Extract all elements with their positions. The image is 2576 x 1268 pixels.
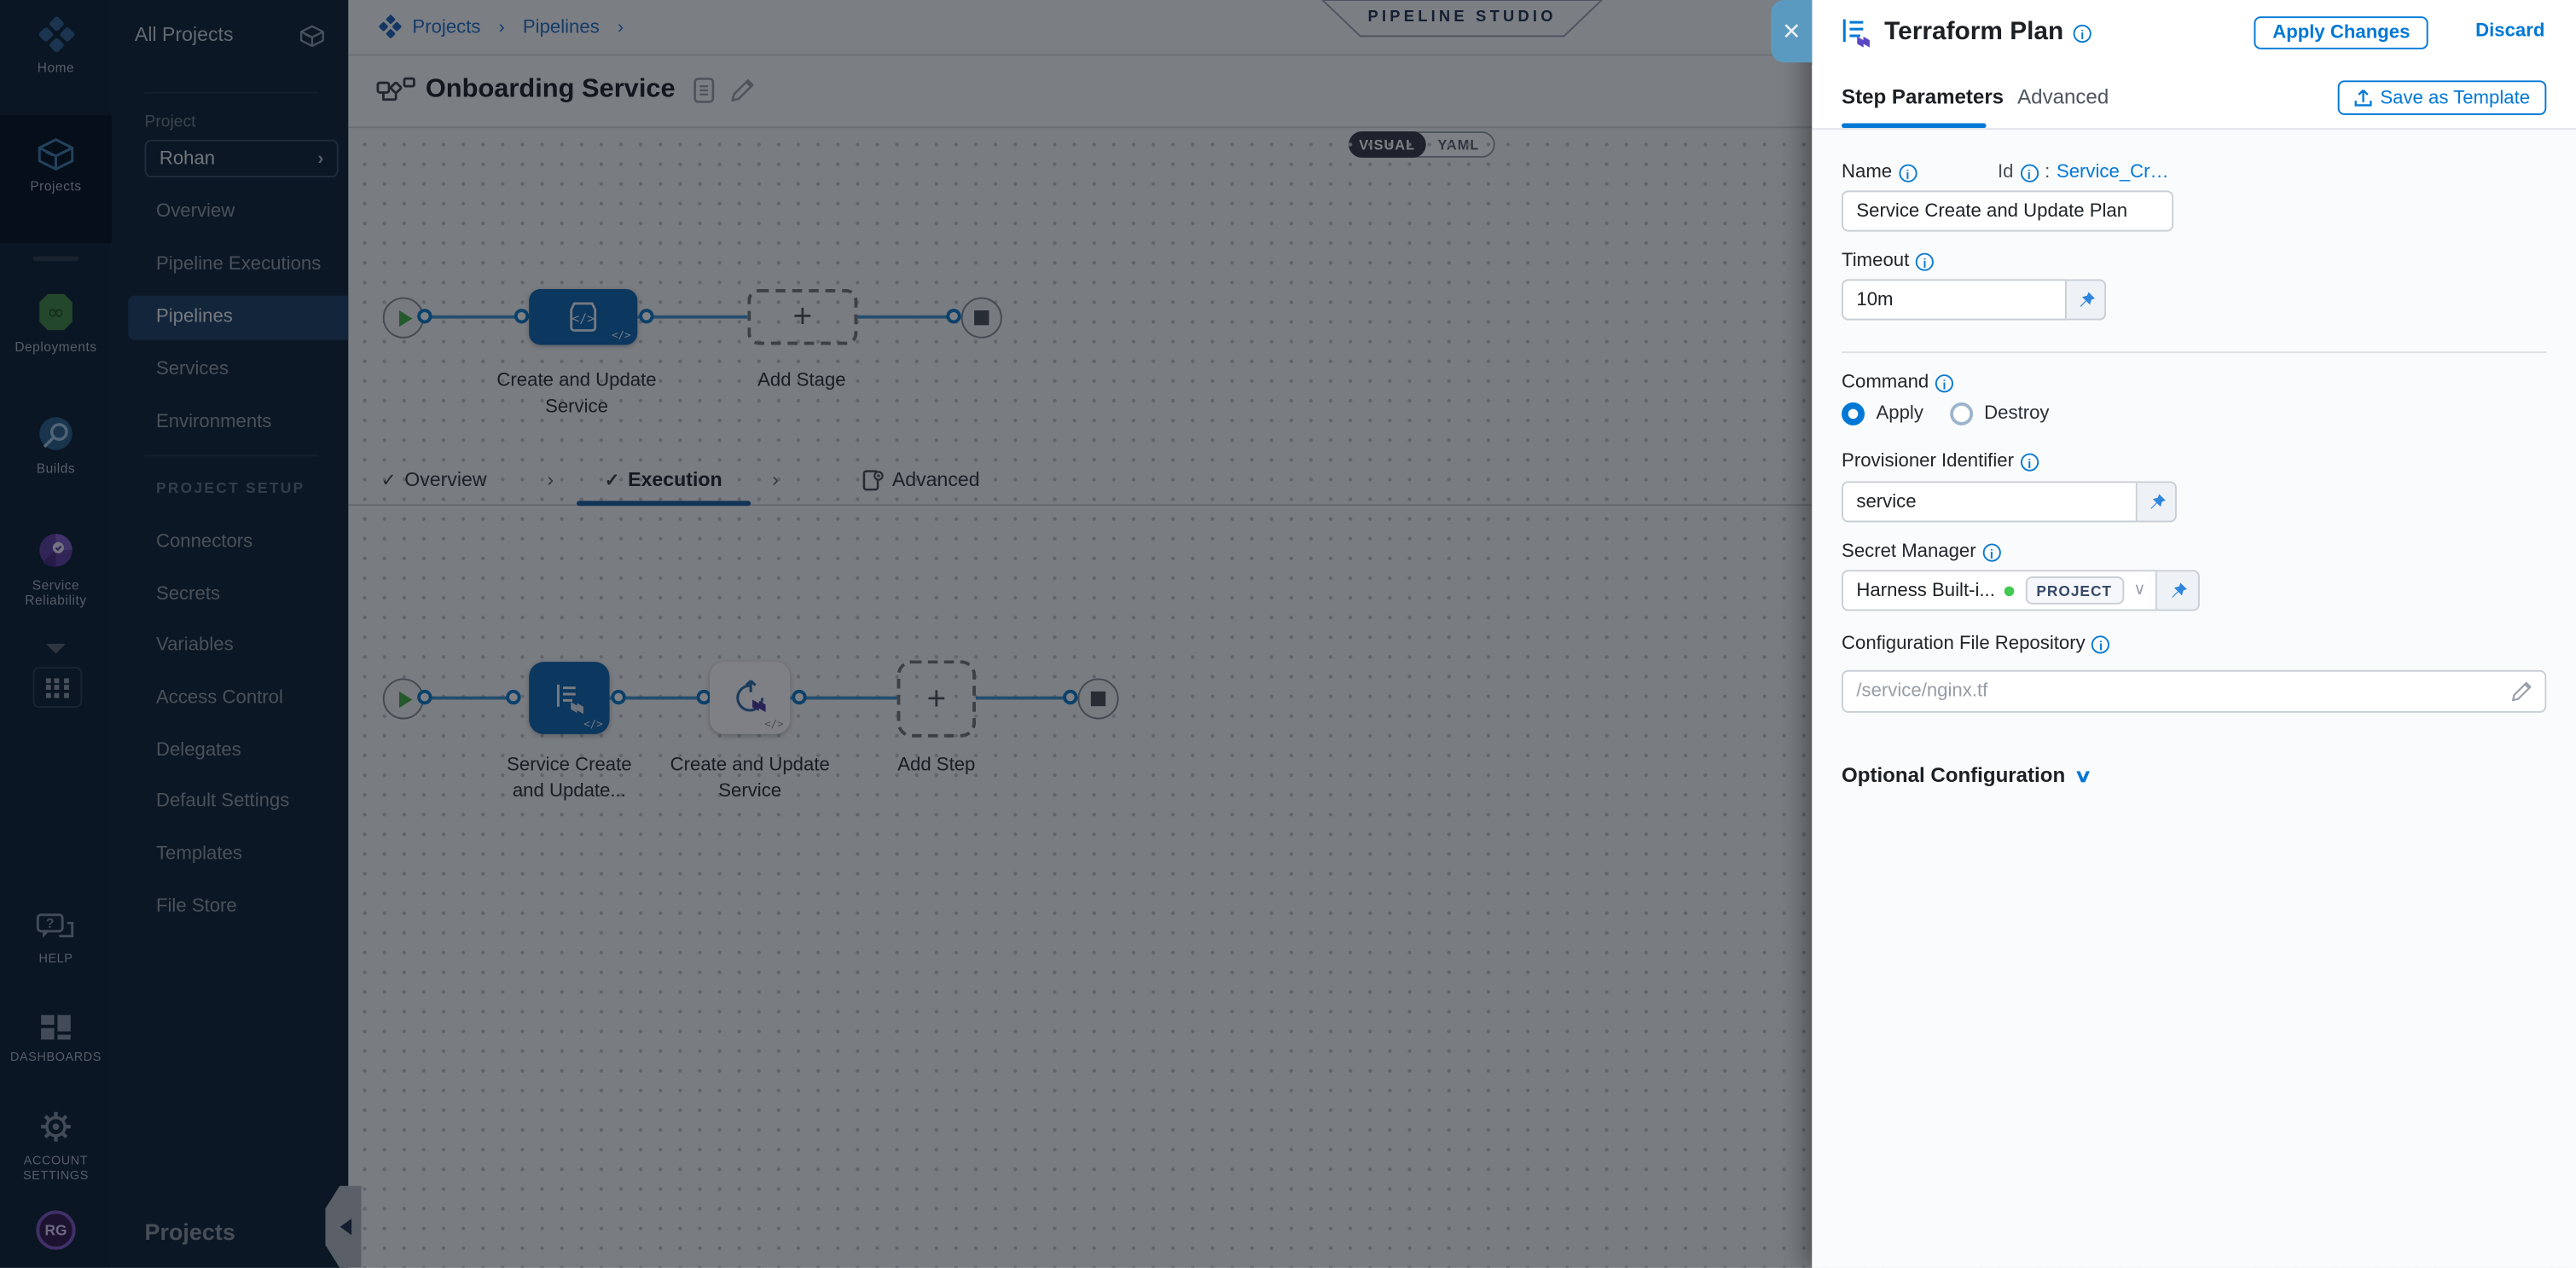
provisioner-identifier-input[interactable]: service — [1842, 481, 2138, 522]
edit-pencil-icon[interactable] — [2510, 680, 2532, 702]
tab-advanced[interactable]: Advanced — [2017, 85, 2109, 108]
apply-changes-button[interactable]: Apply Changes — [2254, 16, 2428, 49]
drawer-backdrop[interactable] — [0, 0, 1812, 1268]
provisioner-identifier-label: Provisioner Identifier — [1842, 452, 2039, 472]
timeout-pin-button[interactable] — [2067, 279, 2106, 320]
info-icon[interactable] — [1916, 252, 1934, 270]
drawer-close-button[interactable]: ✕ — [1771, 0, 1812, 62]
config-file-repository-input[interactable]: /service/nginx.tf — [1842, 670, 2546, 713]
tab-step-parameters[interactable]: Step Parameters — [1842, 85, 2004, 108]
timeout-input[interactable]: 10m — [1842, 279, 2067, 320]
optional-configuration-toggle[interactable]: Optional Configuration ∨ — [1842, 764, 2090, 787]
command-radio-group: Apply Destroy — [1842, 402, 2049, 426]
step-id-value[interactable]: Service_Cre... — [2057, 163, 2172, 182]
upload-icon — [2354, 89, 2372, 107]
info-icon[interactable] — [2021, 453, 2039, 471]
drawer-title: Terraform Plan — [1884, 18, 2063, 48]
radio-destroy[interactable] — [1950, 402, 1973, 426]
status-dot — [2005, 586, 2016, 596]
name-input[interactable]: Service Create and Update Plan — [1842, 190, 2173, 231]
drawer-tabs: Step Parameters Advanced Save as Templat… — [1812, 66, 2576, 128]
pin-icon — [2167, 581, 2187, 600]
secret-manager-pin-button[interactable] — [2157, 570, 2200, 611]
name-label: Name — [1842, 163, 1917, 182]
save-as-template-button[interactable]: Save as Template — [2337, 80, 2546, 114]
provisioner-pin-button[interactable] — [2138, 481, 2177, 522]
app-root: Home Projects ∞ Deployments Builds — [0, 0, 2576, 1268]
drawer-header: Terraform Plan Apply Changes Discard — [1812, 0, 2576, 67]
config-file-repository-label: Configuration File Repository — [1842, 634, 2110, 653]
pin-icon — [2146, 492, 2166, 512]
info-icon[interactable] — [2020, 164, 2038, 182]
secret-manager-label: Secret Manager — [1842, 542, 2000, 562]
scope-badge: PROJECT — [2025, 576, 2124, 605]
info-icon[interactable] — [1899, 164, 1917, 182]
radio-apply[interactable] — [1842, 402, 1865, 426]
close-icon: ✕ — [1782, 17, 1801, 45]
info-icon[interactable] — [1982, 543, 2000, 561]
chevron-down-icon: ∨ — [2133, 582, 2145, 599]
timeout-label: Timeout — [1842, 252, 1934, 271]
chevron-down-icon: ∨ — [2074, 765, 2093, 786]
terraform-plan-icon — [1838, 14, 1874, 50]
info-icon[interactable] — [2092, 634, 2109, 652]
step-id: Id : Service_Cre... — [1998, 163, 2172, 182]
pin-icon — [2076, 290, 2096, 310]
step-parameters-form: Name Id : Service_Cre... Service Create … — [1812, 128, 2576, 1268]
info-icon[interactable] — [2074, 25, 2092, 43]
info-icon[interactable] — [1935, 373, 1953, 391]
command-label: Command — [1842, 373, 1953, 392]
form-divider — [1842, 351, 2546, 353]
secret-manager-select[interactable]: Harness Built-i... PROJECT ∨ — [1842, 570, 2157, 611]
discard-button[interactable]: Discard — [2475, 21, 2544, 41]
step-config-drawer: Terraform Plan Apply Changes Discard Ste… — [1812, 0, 2576, 1268]
